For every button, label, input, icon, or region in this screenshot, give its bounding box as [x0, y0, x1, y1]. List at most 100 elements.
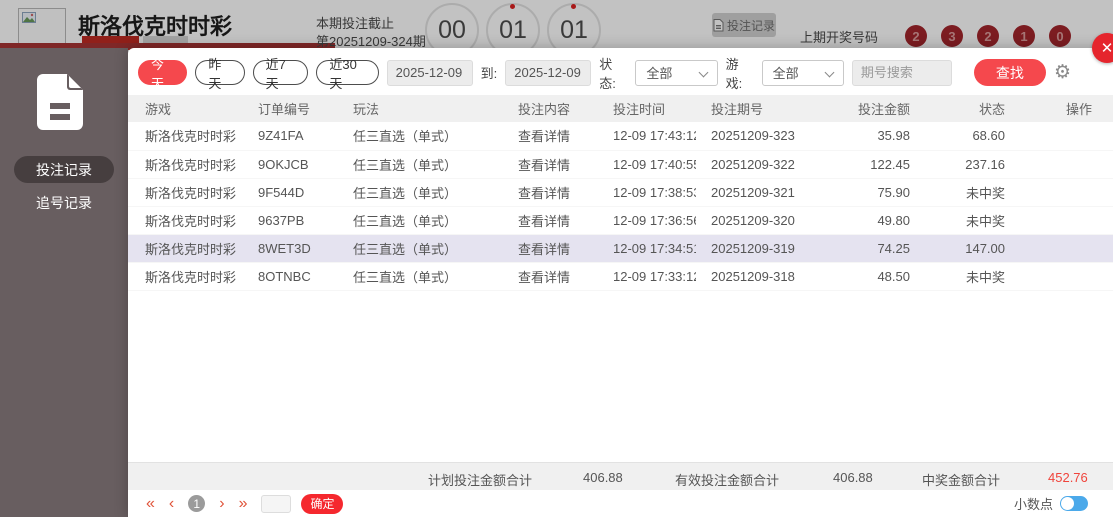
quick-filter-button[interactable]: 近7天	[252, 57, 309, 91]
cell-action	[1011, 178, 1113, 207]
bet-records-table: 游戏 订单编号 玩法 投注内容 投注时间 投注期号 投注金额 状态 操作 斯洛伐克时时彩 9Z41…	[128, 95, 1113, 291]
cell-status: 68.60	[916, 122, 1011, 151]
table-row: 斯洛伐克时时彩 9F544D 任三直选（单式） 查看详情 12-09 17:38:53 2…	[128, 178, 1113, 207]
cell-amount: 74.25	[841, 234, 916, 263]
cell-game: 斯洛伐克时时彩	[128, 122, 243, 151]
column-header: 投注金额	[841, 95, 916, 122]
plan-total-label: 计划投注金额合计	[428, 473, 533, 488]
cell-time: 12-09 17:38:53	[598, 178, 696, 207]
cell-play: 任三直选（单式）	[338, 206, 503, 235]
order-id-link[interactable]: 8OTNBC	[243, 262, 338, 291]
quick-filter-button[interactable]: 昨天	[195, 57, 245, 91]
toggle-knob	[1061, 497, 1074, 510]
first-page-button[interactable]: «	[146, 495, 155, 512]
cell-game: 斯洛伐克时时彩	[128, 150, 243, 179]
valid-total-value: 406.88	[833, 470, 873, 485]
confirm-page-button[interactable]: 确定	[301, 493, 344, 514]
cell-status: 未中奖	[916, 178, 1011, 207]
quick-filters: 今天 昨天 近7天 近30天	[138, 57, 379, 91]
last-page-button[interactable]: »	[239, 495, 248, 512]
column-header: 投注期号	[696, 95, 841, 122]
quick-filter-button[interactable]: 近30天	[316, 57, 379, 91]
order-id-link[interactable]: 9F544D	[243, 178, 338, 207]
filter-bar: 今天昨天近7天近30天 到: 状态: 全部 游戏: 全部 查找 ⚙	[128, 48, 1113, 91]
cell-action	[1011, 262, 1113, 291]
sidebar-item-active[interactable]: 投注记录	[14, 156, 114, 183]
cell-amount: 75.90	[841, 178, 916, 207]
bet-records-modal: 今天昨天近7天近30天 到: 状态: 全部 游戏: 全部 查找 ⚙	[128, 48, 1113, 517]
table-row: 斯洛伐克时时彩 9637PB 任三直选（单式） 查看详情 12-09 17:36:56 2…	[128, 206, 1113, 235]
cell-time: 12-09 17:43:12	[598, 122, 696, 151]
screen: 斯洛伐克时时彩 本期投注截止 第20251209-324期 00 01 01 投注记…	[0, 0, 1113, 517]
order-id-link[interactable]: 8WET3D	[243, 234, 338, 263]
date-to-label: 到:	[480, 66, 498, 81]
page-jump-input[interactable]	[261, 494, 292, 513]
status-select[interactable]: 全部	[635, 59, 718, 86]
bet-records-icon	[37, 74, 83, 130]
cell-action	[1011, 122, 1113, 151]
decimal-toggle-label: 小数点	[1013, 497, 1053, 512]
cell-time: 12-09 17:36:56	[598, 206, 696, 235]
view-details-link[interactable]: 查看详情	[503, 150, 598, 179]
find-button[interactable]: 查找	[973, 59, 1046, 86]
win-total-label: 中奖金额合计	[922, 473, 1001, 488]
game-select-value: 全部	[772, 66, 799, 81]
order-id-link[interactable]: 9Z41FA	[243, 122, 338, 151]
cell-amount: 122.45	[841, 150, 916, 179]
column-header: 投注时间	[598, 95, 696, 122]
cell-period: 20251209-319	[696, 234, 841, 263]
next-page-button[interactable]: ›	[219, 495, 224, 512]
period-search-input[interactable]	[851, 59, 952, 86]
cell-status: 147.00	[916, 234, 1011, 263]
plan-total-value: 406.88	[583, 470, 623, 485]
cell-period: 20251209-318	[696, 262, 841, 291]
records-sidebar: 投注记录 追号记录	[0, 48, 128, 517]
quick-filter-button[interactable]: 今天	[138, 57, 188, 91]
view-details-link[interactable]: 查看详情	[503, 122, 598, 151]
cell-play: 任三直选（单式）	[338, 262, 503, 291]
column-header: 状态	[916, 95, 1011, 122]
view-details-link[interactable]: 查看详情	[503, 262, 598, 291]
order-id-link[interactable]: 9OKJCB	[243, 150, 338, 179]
cell-play: 任三直选（单式）	[338, 234, 503, 263]
cell-period: 20251209-323	[696, 122, 841, 151]
cell-action	[1011, 150, 1113, 179]
chevron-down-icon	[824, 67, 835, 77]
date-from-input[interactable]	[386, 59, 473, 86]
cell-action	[1011, 206, 1113, 235]
game-label: 游戏:	[725, 56, 743, 91]
table-header-row: 游戏 订单编号 玩法 投注内容 投注时间 投注期号 投注金额 状态 操作	[128, 95, 1113, 122]
prev-page-button[interactable]: ‹	[169, 495, 174, 512]
column-header: 投注内容	[503, 95, 598, 122]
cell-amount: 49.80	[841, 206, 916, 235]
date-to-input[interactable]	[505, 59, 592, 86]
win-total-value: 452.76	[1048, 470, 1088, 485]
cell-period: 20251209-322	[696, 150, 841, 179]
order-id-link[interactable]: 9637PB	[243, 206, 338, 235]
game-select[interactable]: 全部	[761, 59, 844, 86]
cell-amount: 35.98	[841, 122, 916, 151]
view-details-link[interactable]: 查看详情	[503, 178, 598, 207]
column-header: 玩法	[338, 95, 503, 122]
pagination-bar: « ‹ 1 › » 确定 小数点	[128, 490, 1113, 517]
sidebar-menu: 投注记录 追号记录	[0, 156, 128, 222]
view-details-link[interactable]: 查看详情	[503, 234, 598, 263]
cell-action	[1011, 234, 1113, 263]
decimal-toggle-group: 小数点	[1014, 494, 1088, 513]
table-row: 斯洛伐克时时彩 8OTNBC 任三直选（单式） 查看详情 12-09 17:33:12 2…	[128, 262, 1113, 291]
view-details-link[interactable]: 查看详情	[503, 206, 598, 235]
decimal-toggle-switch[interactable]	[1060, 496, 1088, 511]
column-header: 操作	[1011, 95, 1113, 122]
cell-game: 斯洛伐克时时彩	[128, 178, 243, 207]
cell-play: 任三直选（单式）	[338, 150, 503, 179]
cell-period: 20251209-321	[696, 178, 841, 207]
cell-amount: 48.50	[841, 262, 916, 291]
current-page-indicator[interactable]: 1	[188, 495, 206, 512]
sidebar-item-inactive[interactable]: 追号记录	[14, 189, 114, 216]
cell-play: 任三直选（单式）	[338, 178, 503, 207]
gear-icon[interactable]: ⚙	[1054, 63, 1071, 82]
cell-status: 未中奖	[916, 206, 1011, 235]
status-select-value: 全部	[646, 66, 673, 81]
totals-bar: 计划投注金额合计 406.88 有效投注金额合计 406.88 中奖金额合计 4…	[128, 462, 1113, 490]
records-table-body: 斯洛伐克时时彩 9Z41FA 任三直选（单式） 查看详情 12-09 17:43:12 2…	[128, 122, 1113, 291]
